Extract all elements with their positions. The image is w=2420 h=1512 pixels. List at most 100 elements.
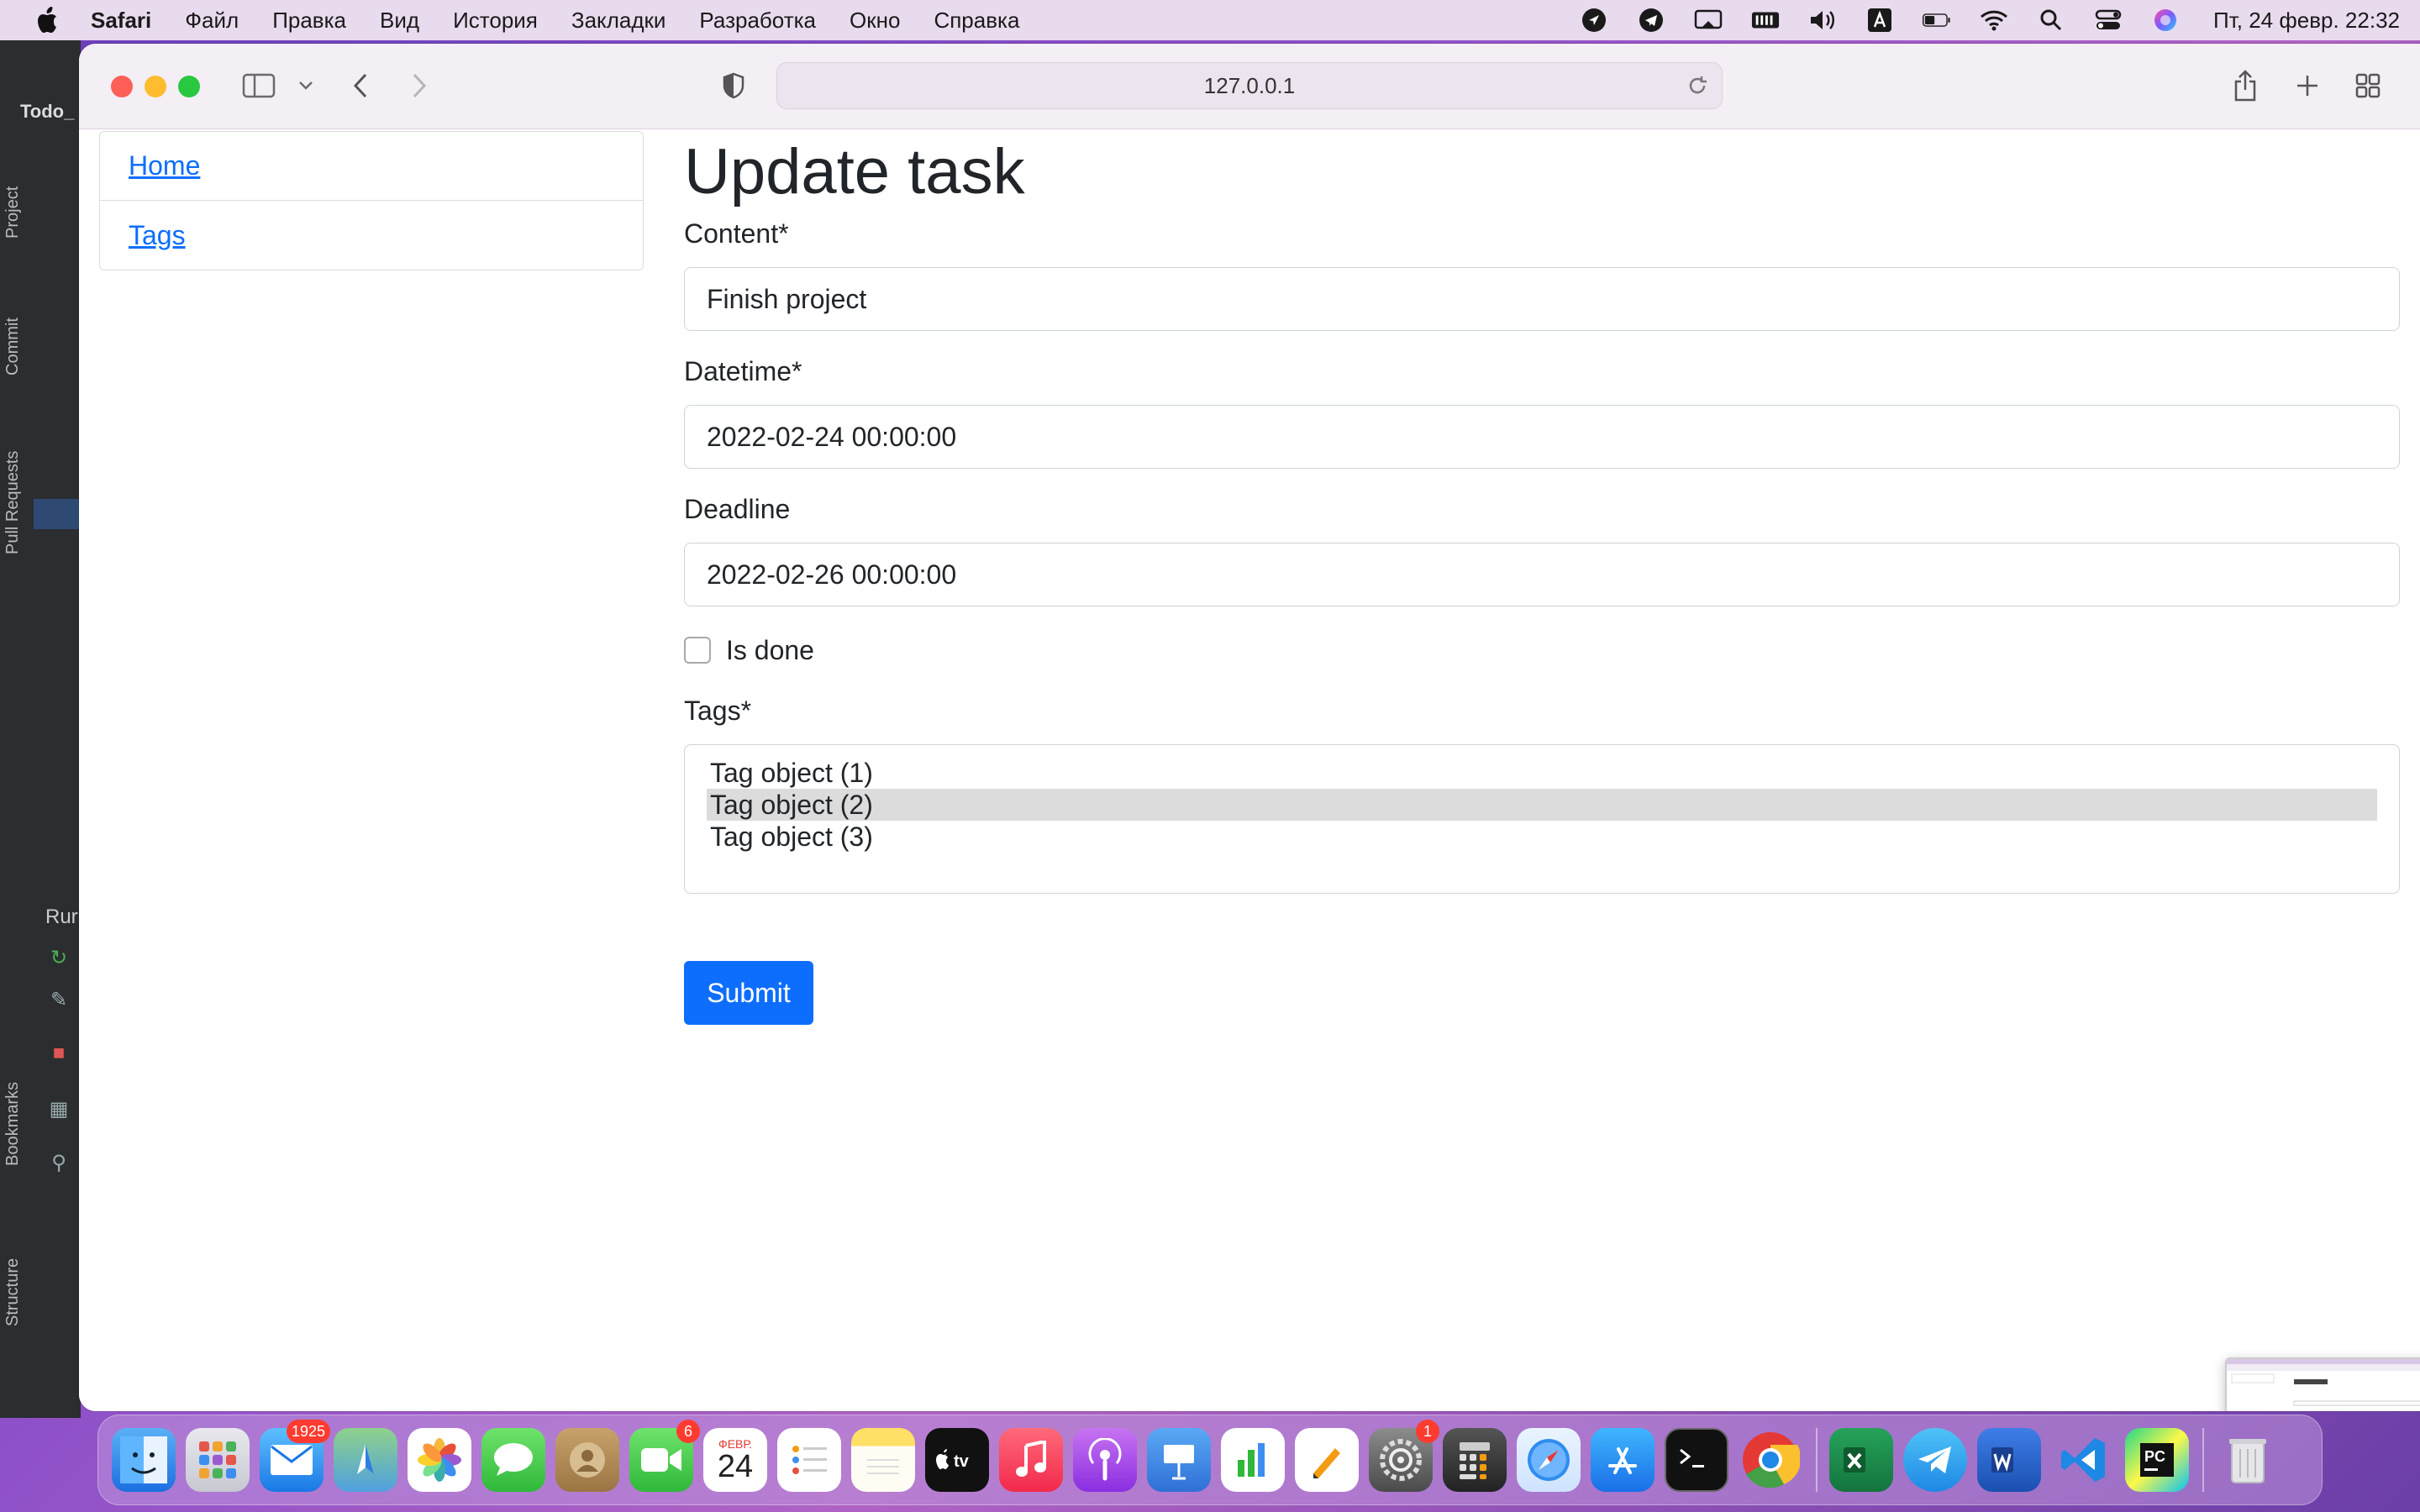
- safari-icon[interactable]: [1517, 1428, 1581, 1492]
- dock: 1925 6 ФЕВР. 24 tv 1 PC: [97, 1415, 2323, 1505]
- trash-icon[interactable]: [2216, 1428, 2280, 1492]
- screenshot-thumbnail[interactable]: [2225, 1357, 2420, 1411]
- sidebar-item-home[interactable]: Home: [100, 132, 643, 201]
- rerun-icon[interactable]: ↻: [47, 946, 71, 969]
- address-bar[interactable]: 127.0.0.1: [776, 62, 1723, 109]
- is-done-checkbox[interactable]: [684, 637, 711, 664]
- siri-icon[interactable]: [2151, 8, 2180, 33]
- share-icon[interactable]: [2230, 69, 2260, 102]
- menu-history[interactable]: История: [453, 8, 538, 34]
- apple-icon[interactable]: [32, 3, 66, 37]
- finder-icon[interactable]: [112, 1428, 176, 1492]
- menu-bookmarks[interactable]: Закладки: [571, 8, 666, 34]
- ide-tab-structure[interactable]: Structure: [3, 1216, 34, 1368]
- battery-icon[interactable]: [1923, 8, 1951, 33]
- wifi-icon[interactable]: [1980, 8, 2008, 33]
- maps-icon[interactable]: [334, 1428, 397, 1492]
- pin-icon[interactable]: ⚲: [47, 1151, 71, 1174]
- word-icon[interactable]: [1977, 1428, 2041, 1492]
- launchpad-icon[interactable]: [186, 1428, 250, 1492]
- input-source-icon[interactable]: [1865, 8, 1894, 33]
- window-minimize-button[interactable]: [145, 76, 166, 97]
- reminders-icon[interactable]: [777, 1428, 841, 1492]
- apple-tv-icon[interactable]: tv: [925, 1428, 989, 1492]
- terminal-icon[interactable]: [1665, 1428, 1728, 1492]
- back-icon[interactable]: [348, 69, 373, 102]
- calculator-icon[interactable]: [1443, 1428, 1507, 1492]
- deadline-value: 2022-02-26 00:00:00: [707, 559, 957, 590]
- page-title: Update task: [684, 136, 1025, 207]
- reload-icon[interactable]: [1685, 73, 1710, 98]
- telegram-status-icon[interactable]: [1637, 8, 1665, 33]
- facetime-icon[interactable]: 6: [629, 1420, 700, 1492]
- menu-view[interactable]: Вид: [380, 8, 419, 34]
- menubar-clock[interactable]: Пт, 24 февр. 22:32: [2213, 8, 2400, 34]
- dock-separator: [2202, 1428, 2204, 1492]
- menu-help[interactable]: Справка: [934, 8, 1019, 34]
- chrome-icon[interactable]: [1739, 1428, 1802, 1492]
- wrench-icon[interactable]: ✎: [47, 988, 71, 1011]
- content-input[interactable]: Finish project: [684, 267, 2400, 331]
- submit-button[interactable]: Submit: [684, 961, 813, 1025]
- deadline-label: Deadline: [684, 494, 791, 524]
- forward-icon[interactable]: [407, 69, 432, 102]
- is-done-row: Is done: [684, 632, 2400, 669]
- new-tab-icon[interactable]: [2292, 69, 2323, 102]
- notes-icon[interactable]: [851, 1428, 915, 1492]
- layout-icon[interactable]: ▦: [47, 1097, 71, 1121]
- mail-icon[interactable]: 1925: [260, 1420, 330, 1492]
- datetime-label: Datetime*: [684, 356, 802, 386]
- telegram-icon[interactable]: [1903, 1428, 1967, 1492]
- pages-icon[interactable]: [1295, 1428, 1359, 1492]
- calendar-day: 24: [717, 1449, 754, 1484]
- photos-icon[interactable]: [408, 1428, 471, 1492]
- sidebar-nav: Home Tags: [99, 131, 644, 270]
- tab-overview-icon[interactable]: [2353, 69, 2383, 102]
- ide-project-title: Todo_: [20, 101, 75, 122]
- spotlight-search-icon[interactable]: [2037, 8, 2065, 33]
- tags-option-selected[interactable]: Tag object (2): [707, 789, 2377, 821]
- ide-tab-pull-requests[interactable]: Pull Requests: [3, 418, 34, 586]
- location-arrow-icon[interactable]: [1580, 8, 1608, 33]
- pycharm-icon[interactable]: PC: [2125, 1428, 2189, 1492]
- calendar-icon[interactable]: ФЕВР. 24: [703, 1428, 767, 1492]
- datetime-input[interactable]: 2022-02-24 00:00:00: [684, 405, 2400, 469]
- system-settings-icon[interactable]: 1: [1369, 1420, 1439, 1492]
- ide-tab-bookmarks[interactable]: Bookmarks: [3, 1048, 34, 1200]
- tags-option[interactable]: Tag object (1): [707, 757, 2377, 789]
- menu-app-name[interactable]: Safari: [91, 8, 151, 34]
- memory-monitor-icon[interactable]: [1751, 8, 1780, 33]
- ide-background-window: Todo_ Project Commit Pull Requests Bookm…: [0, 40, 81, 1418]
- window-close-button[interactable]: [111, 76, 133, 97]
- keynote-icon[interactable]: [1147, 1428, 1211, 1492]
- sidebar-menu-chevron-icon[interactable]: [296, 69, 316, 102]
- excel-icon[interactable]: [1829, 1428, 1893, 1492]
- sidebar-toggle-icon[interactable]: [240, 69, 277, 102]
- ide-tab-project[interactable]: Project: [3, 150, 34, 276]
- screen-mirroring-icon[interactable]: [1694, 8, 1723, 33]
- numbers-icon[interactable]: [1221, 1428, 1285, 1492]
- menu-window[interactable]: Окно: [850, 8, 900, 34]
- stop-icon[interactable]: ■: [47, 1042, 71, 1065]
- podcasts-icon[interactable]: [1073, 1428, 1137, 1492]
- vscode-icon[interactable]: [2051, 1428, 2115, 1492]
- sidebar-item-tags[interactable]: Tags: [100, 201, 643, 270]
- menu-edit[interactable]: Правка: [272, 8, 346, 34]
- control-center-icon[interactable]: [2094, 8, 2123, 33]
- is-done-label[interactable]: Is done: [726, 635, 814, 666]
- dock-separator: [1816, 1428, 1818, 1492]
- contacts-icon[interactable]: [555, 1428, 619, 1492]
- menu-develop[interactable]: Разработка: [699, 8, 816, 34]
- deadline-input[interactable]: 2022-02-26 00:00:00: [684, 543, 2400, 606]
- music-icon[interactable]: [999, 1428, 1063, 1492]
- tags-multiselect[interactable]: Tag object (1) Tag object (2) Tag object…: [684, 744, 2400, 894]
- privacy-shield-icon[interactable]: [721, 69, 746, 102]
- ide-tab-commit[interactable]: Commit: [3, 284, 34, 410]
- messages-icon[interactable]: [481, 1428, 545, 1492]
- svg-text:PC: PC: [2144, 1448, 2165, 1465]
- app-store-icon[interactable]: [1591, 1428, 1655, 1492]
- menu-file[interactable]: Файл: [185, 8, 239, 34]
- tags-option[interactable]: Tag object (3): [707, 821, 2377, 853]
- window-zoom-button[interactable]: [178, 76, 200, 97]
- volume-icon[interactable]: [1808, 8, 1837, 33]
